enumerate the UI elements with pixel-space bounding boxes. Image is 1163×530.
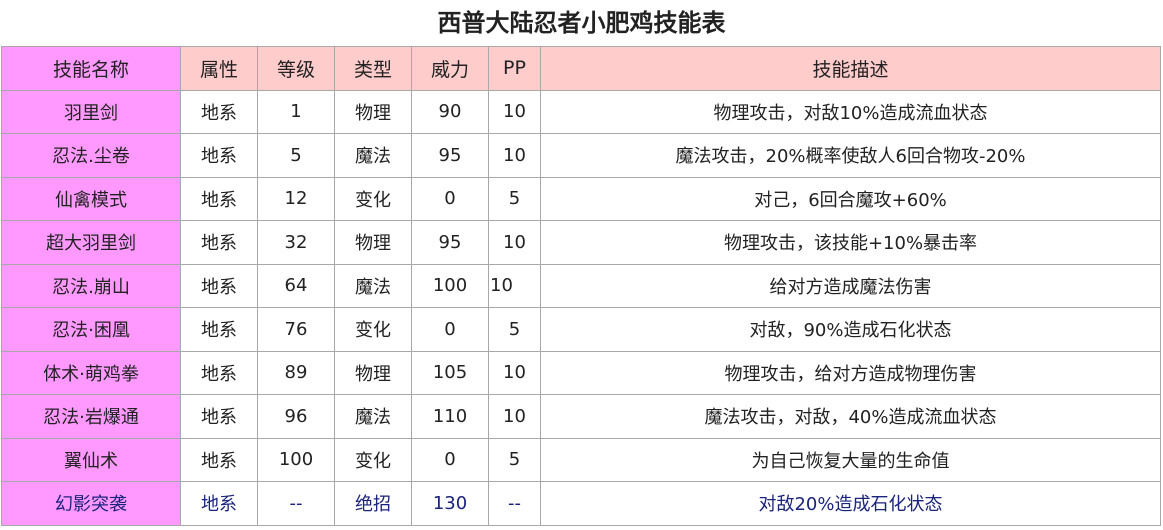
table-row: 忍法·岩爆通 地系 96 魔法 110 10 魔法攻击，对敌，40%造成流血状态 (1, 394, 1161, 439)
skill-name-cell: 忍法.尘卷 (1, 133, 181, 178)
attribute-cell: 地系 (180, 307, 258, 352)
description-cell: 为自己恢复大量的生命值 (540, 437, 1161, 482)
level-cell: 5 (257, 133, 335, 178)
skill-name-cell: 羽里剑 (1, 89, 181, 134)
pp-cell: 5 (488, 437, 541, 482)
power-cell: 130 (411, 481, 489, 526)
skill-name-cell: 超大羽里剑 (1, 220, 181, 265)
description-cell: 魔法攻击，对敌，40%造成流血状态 (540, 394, 1161, 439)
level-cell: 32 (257, 220, 335, 265)
description-cell: 对己，6回合魔攻+60% (540, 176, 1161, 221)
skill-name-cell: 忍法.崩山 (1, 263, 181, 308)
level-cell: 89 (257, 350, 335, 395)
level-cell: 96 (257, 394, 335, 439)
type-cell: 魔法 (334, 263, 412, 308)
table-row: 忍法.崩山 地系 64 魔法 100 10 给对方造成魔法伤害 (1, 263, 1161, 308)
column-header-description: 技能描述 (540, 46, 1161, 91)
power-cell: 0 (411, 307, 489, 352)
type-cell: 变化 (334, 437, 412, 482)
pp-cell: 10 (488, 350, 541, 395)
column-header-attribute: 属性 (180, 46, 258, 91)
type-cell: 绝招 (334, 481, 412, 526)
skill-name-cell: 翼仙术 (1, 437, 181, 482)
pp-cell: 10 (488, 263, 541, 308)
description-cell: 对敌20%造成石化状态 (540, 481, 1161, 526)
pp-cell: 10 (488, 89, 541, 134)
attribute-cell: 地系 (180, 350, 258, 395)
description-cell: 物理攻击，给对方造成物理伤害 (540, 350, 1161, 395)
pp-cell: 10 (488, 220, 541, 265)
power-cell: 110 (411, 394, 489, 439)
level-cell: 76 (257, 307, 335, 352)
power-cell: 105 (411, 350, 489, 395)
table-row: 超大羽里剑 地系 32 物理 95 10 物理攻击，该技能+10%暴击率 (1, 220, 1161, 265)
table-header-row: 技能名称 属性 等级 类型 威力 PP 技能描述 (1, 46, 1161, 91)
description-cell: 物理攻击，该技能+10%暴击率 (540, 220, 1161, 265)
skill-name-cell: 忍法·岩爆通 (1, 394, 181, 439)
attribute-cell: 地系 (180, 176, 258, 221)
description-cell: 物理攻击，对敌10%造成流血状态 (540, 89, 1161, 134)
pp-cell: 10 (488, 133, 541, 178)
power-cell: 100 (411, 263, 489, 308)
attribute-cell: 地系 (180, 263, 258, 308)
column-header-power: 威力 (411, 46, 489, 91)
column-header-skill-name: 技能名称 (1, 46, 181, 91)
skill-name-cell: 仙禽模式 (1, 176, 181, 221)
table-row: 忍法.尘卷 地系 5 魔法 95 10 魔法攻击，20%概率使敌人6回合物攻-2… (1, 133, 1161, 178)
power-cell: 95 (411, 133, 489, 178)
pp-cell: -- (488, 481, 541, 526)
table-row: 忍法·困凰 地系 76 变化 0 5 对敌，90%造成石化状态 (1, 307, 1161, 352)
type-cell: 魔法 (334, 133, 412, 178)
page-title: 西普大陆忍者小肥鸡技能表 (437, 9, 726, 37)
pp-cell: 5 (488, 307, 541, 352)
attribute-cell: 地系 (180, 89, 258, 134)
description-cell: 对敌，90%造成石化状态 (540, 307, 1161, 352)
description-cell: 魔法攻击，20%概率使敌人6回合物攻-20% (540, 133, 1161, 178)
power-cell: 90 (411, 89, 489, 134)
level-cell: 1 (257, 89, 335, 134)
level-cell: -- (257, 481, 335, 526)
skill-table-page: 西普大陆忍者小肥鸡技能表 技能名称 属性 等级 类型 威力 PP 技能描述 羽里… (0, 0, 1163, 530)
table-row: 羽里剑 地系 1 物理 90 10 物理攻击，对敌10%造成流血状态 (1, 89, 1161, 134)
attribute-cell: 地系 (180, 220, 258, 265)
table-row: 幻影突袭 地系 -- 绝招 130 -- 对敌20%造成石化状态 (1, 481, 1161, 526)
skill-name-cell: 忍法·困凰 (1, 307, 181, 352)
description-cell: 给对方造成魔法伤害 (540, 263, 1161, 308)
level-cell: 64 (257, 263, 335, 308)
attribute-cell: 地系 (180, 481, 258, 526)
type-cell: 魔法 (334, 394, 412, 439)
column-header-level: 等级 (257, 46, 335, 91)
attribute-cell: 地系 (180, 437, 258, 482)
power-cell: 95 (411, 220, 489, 265)
table-row: 体术·萌鸡拳 地系 89 物理 105 10 物理攻击，给对方造成物理伤害 (1, 350, 1161, 395)
level-cell: 100 (257, 437, 335, 482)
table-row: 翼仙术 地系 100 变化 0 5 为自己恢复大量的生命值 (1, 437, 1161, 482)
table-row: 仙禽模式 地系 12 变化 0 5 对己，6回合魔攻+60% (1, 176, 1161, 221)
type-cell: 物理 (334, 220, 412, 265)
type-cell: 变化 (334, 307, 412, 352)
pp-cell: 5 (488, 176, 541, 221)
power-cell: 0 (411, 176, 489, 221)
column-header-pp: PP (488, 46, 541, 91)
skill-table: 技能名称 属性 等级 类型 威力 PP 技能描述 羽里剑 地系 1 物理 90 … (1, 46, 1161, 526)
column-header-type: 类型 (334, 46, 412, 91)
skill-name-cell: 幻影突袭 (1, 481, 181, 526)
type-cell: 物理 (334, 350, 412, 395)
skill-name-cell: 体术·萌鸡拳 (1, 350, 181, 395)
power-cell: 0 (411, 437, 489, 482)
attribute-cell: 地系 (180, 394, 258, 439)
type-cell: 物理 (334, 89, 412, 134)
attribute-cell: 地系 (180, 133, 258, 178)
level-cell: 12 (257, 176, 335, 221)
type-cell: 变化 (334, 176, 412, 221)
pp-cell: 10 (488, 394, 541, 439)
